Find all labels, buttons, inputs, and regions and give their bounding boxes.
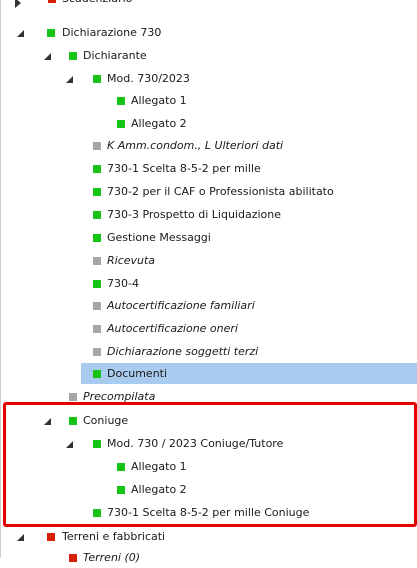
green-square-icon bbox=[69, 52, 77, 60]
tree-item-label: 730-2 per il CAF o Professionista abilit… bbox=[107, 185, 334, 198]
tree-item-terreni-fabbricati[interactable]: Terreni e fabbricati bbox=[0, 526, 417, 547]
green-square-icon bbox=[47, 29, 55, 37]
tree-item-ricevuta[interactable]: Ricevuta bbox=[0, 250, 417, 271]
tree-item-autocert-oneri[interactable]: Autocertificazione oneri bbox=[0, 318, 417, 339]
collapse-arrow-icon[interactable] bbox=[66, 76, 73, 83]
tree-item-dichiarazione-730[interactable]: Dichiarazione 730 bbox=[0, 22, 417, 43]
tree-item-label: Terreni e fabbricati bbox=[62, 530, 166, 543]
tree-item-label: Scadenziario bbox=[62, 0, 132, 9]
tree-item-dichiarante[interactable]: Dichiarante bbox=[0, 45, 417, 66]
green-square-icon bbox=[93, 75, 101, 83]
tree-item-label: 730-1 Scelta 8-5-2 per mille bbox=[107, 162, 261, 175]
tree-item-label: Allegato 1 bbox=[131, 94, 187, 107]
gray-square-icon bbox=[93, 142, 101, 150]
green-square-icon bbox=[93, 165, 101, 173]
tree-item-documenti[interactable]: Documenti bbox=[0, 363, 417, 384]
collapse-arrow-icon[interactable] bbox=[17, 534, 24, 541]
expand-arrow-icon[interactable] bbox=[15, 0, 21, 8]
highlight-annotation-box bbox=[3, 402, 417, 527]
green-square-icon bbox=[117, 120, 125, 128]
tree-item-autocert-familiari[interactable]: Autocertificazione familiari bbox=[0, 295, 417, 316]
tree-item-label: Allegato 2 bbox=[131, 117, 187, 130]
red-square-icon bbox=[69, 554, 77, 562]
tree-item-label: Ricevuta bbox=[107, 254, 156, 267]
gray-square-icon bbox=[69, 393, 77, 401]
tree-item-label: K Amm.condom., L Ulteriori dati bbox=[107, 139, 284, 152]
tree-item-allegato-1[interactable]: Allegato 1 bbox=[0, 90, 417, 111]
tree-item-label: Dichiarante bbox=[83, 49, 147, 62]
tree-item-scadenziario[interactable]: Scadenziario bbox=[0, 0, 417, 9]
gray-square-icon bbox=[93, 325, 101, 333]
tree-item-730-3[interactable]: 730-3 Prospetto di Liquidazione bbox=[0, 204, 417, 225]
tree-item-label: Mod. 730/2023 bbox=[107, 72, 190, 85]
red-square-icon bbox=[47, 533, 55, 541]
collapse-arrow-icon[interactable] bbox=[44, 53, 51, 60]
tree-item-label: 730-3 Prospetto di Liquidazione bbox=[107, 208, 281, 221]
tree-item-label: Dichiarazione soggetti terzi bbox=[107, 345, 259, 358]
gray-square-icon bbox=[93, 257, 101, 265]
green-square-icon bbox=[93, 188, 101, 196]
green-square-icon bbox=[117, 97, 125, 105]
green-square-icon bbox=[93, 280, 101, 288]
tree-item-label: Documenti bbox=[107, 367, 168, 380]
tree-item-label: 730-4 bbox=[107, 277, 139, 290]
tree-item-allegato-2[interactable]: Allegato 2 bbox=[0, 113, 417, 134]
tree-item-label: Gestione Messaggi bbox=[107, 231, 211, 244]
tree-item-730-4[interactable]: 730-4 bbox=[0, 273, 417, 294]
tree-item-dich-soggetti-terzi[interactable]: Dichiarazione soggetti terzi bbox=[0, 341, 417, 362]
tree-item-mod-730-2023[interactable]: Mod. 730/2023 bbox=[0, 68, 417, 89]
green-square-icon bbox=[93, 234, 101, 242]
tree-item-730-1[interactable]: 730-1 Scelta 8-5-2 per mille bbox=[0, 158, 417, 179]
collapse-arrow-icon[interactable] bbox=[17, 30, 24, 37]
gray-square-icon bbox=[93, 348, 101, 356]
red-square-icon bbox=[48, 0, 56, 3]
tree-item-730-2[interactable]: 730-2 per il CAF o Professionista abilit… bbox=[0, 181, 417, 202]
gray-square-icon bbox=[93, 302, 101, 310]
tree-item-k-amm-condom[interactable]: K Amm.condom., L Ulteriori dati bbox=[0, 135, 417, 156]
tree-item-label: Autocertificazione oneri bbox=[107, 322, 238, 335]
green-square-icon bbox=[93, 211, 101, 219]
tree-item-label: Dichiarazione 730 bbox=[62, 26, 162, 39]
green-square-icon bbox=[93, 370, 101, 378]
tree-item-label: Autocertificazione familiari bbox=[107, 299, 255, 312]
tree-item-gestione-messaggi[interactable]: Gestione Messaggi bbox=[0, 227, 417, 248]
tree-view: Scadenziario Dichiarazione 730 Dichiaran… bbox=[0, 0, 417, 564]
